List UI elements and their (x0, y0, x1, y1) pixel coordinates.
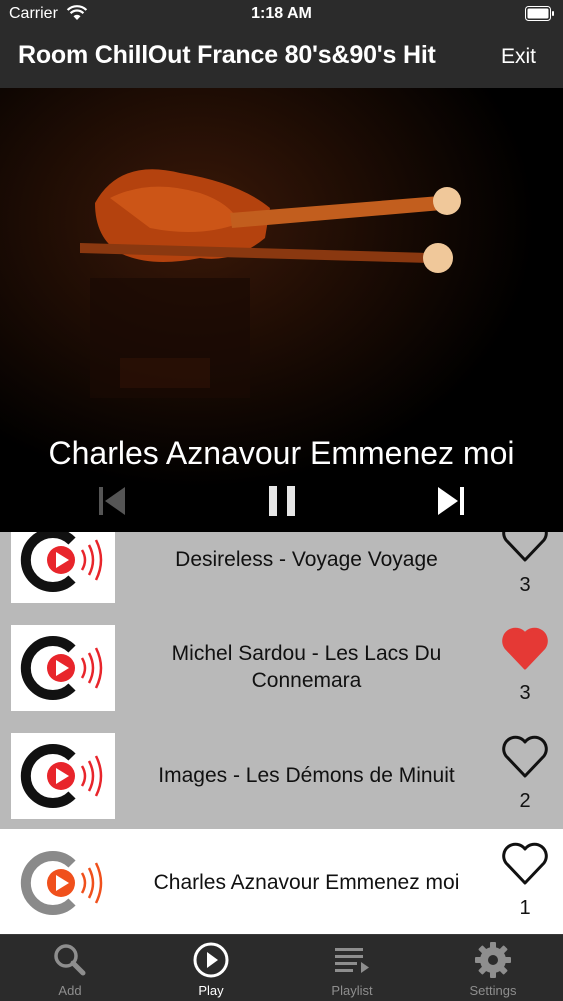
song-title: Images - Les Démons de Minuit (158, 763, 455, 787)
playlist-row-active[interactable]: Charles Aznavour Emmenez moi 1 (0, 829, 563, 934)
playlist-icon (335, 948, 369, 973)
tab-add[interactable]: Add (10, 935, 130, 1001)
like-count: 3 (519, 574, 531, 596)
tab-settings[interactable]: Settings (433, 935, 553, 1001)
radio-logo-thumbnail (11, 532, 115, 603)
heart-outline-icon (502, 735, 548, 778)
page-title: Room ChillOut France 80's&90's Hit (18, 41, 436, 69)
tab-play[interactable]: Play (151, 935, 271, 1001)
like-button[interactable] (500, 626, 550, 672)
like-count: 2 (519, 790, 531, 812)
song-title: Michel Sardou - Les Lacs Du Connemara (171, 642, 442, 692)
like-button[interactable] (500, 841, 550, 887)
like-count: 1 (519, 897, 531, 919)
tab-label: Playlist (331, 983, 373, 998)
next-track-button[interactable] (436, 484, 466, 520)
radio-logo-thumbnail (11, 625, 115, 711)
heart-outline-icon (502, 842, 548, 885)
play-circle-icon (193, 942, 229, 978)
playlist-row[interactable]: Desireless - Voyage Voyage 3 (0, 532, 563, 612)
gear-icon (475, 942, 511, 978)
tab-label: Add (58, 983, 82, 998)
like-count: 3 (519, 682, 531, 704)
radio-logo-thumbnail (11, 733, 115, 819)
tab-label: Play (198, 983, 224, 998)
video-player[interactable]: Charles Aznavour Emmenez moi (0, 88, 563, 532)
now-playing-title: Charles Aznavour Emmenez moi (48, 435, 515, 471)
tab-label: Settings (469, 983, 517, 998)
playlist-row[interactable]: Michel Sardou - Les Lacs Du Connemara 3 (0, 614, 563, 720)
like-button[interactable] (500, 734, 550, 780)
tab-bar: Add Play Playlist Settings (0, 934, 563, 1001)
song-title: Charles Aznavour Emmenez moi (153, 870, 460, 894)
tab-playlist[interactable]: Playlist (292, 935, 412, 1001)
clock: 1:18 AM (251, 5, 312, 22)
pause-icon (269, 486, 295, 516)
navigation-bar: Carrier 1:18 AM Room ChillOut France 80'… (0, 0, 563, 88)
exit-button[interactable]: Exit (501, 45, 536, 69)
like-button[interactable] (500, 532, 550, 564)
status-bar: Carrier 1:18 AM (0, 0, 563, 30)
search-icon (54, 944, 86, 976)
heart-filled-icon (502, 627, 548, 670)
previous-track-button[interactable] (97, 484, 127, 520)
next-track-icon (438, 487, 464, 515)
battery-icon (525, 6, 554, 21)
previous-track-icon (99, 487, 125, 515)
radio-logo-thumbnail (11, 840, 115, 926)
playlist-table[interactable]: Desireless - Voyage Voyage 3 Michel Sard… (0, 532, 563, 934)
pause-button[interactable] (267, 484, 297, 520)
heart-outline-icon (502, 532, 548, 562)
song-title: Desireless - Voyage Voyage (175, 547, 438, 571)
playlist-row[interactable]: Images - Les Démons de Minuit 2 (0, 722, 563, 828)
